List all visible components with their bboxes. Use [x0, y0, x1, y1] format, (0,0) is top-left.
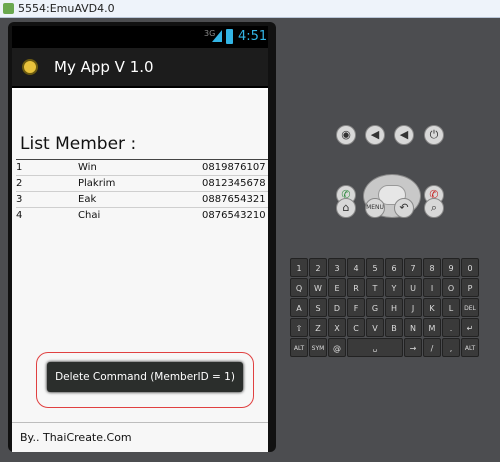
key[interactable]: W [309, 278, 327, 297]
member-id: 2 [16, 178, 23, 189]
key[interactable]: 9 [442, 258, 460, 277]
device-screen: 3G 4:51 My App V 1.0 List Member : 1 Win… [12, 26, 268, 452]
key[interactable]: 5 [366, 258, 384, 277]
key-delete[interactable]: DEL [461, 298, 479, 317]
key-sym[interactable]: SYM [309, 338, 327, 357]
key[interactable]: J [404, 298, 422, 317]
status-bar: 3G 4:51 [12, 26, 268, 48]
key[interactable]: H [385, 298, 403, 317]
key[interactable]: 4 [347, 258, 365, 277]
key[interactable]: I [423, 278, 441, 297]
key[interactable]: @ [328, 338, 346, 357]
key-shift[interactable]: ⇧ [290, 318, 308, 337]
key[interactable]: B [385, 318, 403, 337]
key[interactable]: O [442, 278, 460, 297]
home-icon[interactable]: ⌂ [336, 198, 356, 218]
signal-icon [212, 30, 222, 42]
key[interactable]: R [347, 278, 365, 297]
app-title: My App V 1.0 [54, 58, 154, 76]
menu-button[interactable]: MENU [365, 198, 385, 218]
camera-icon[interactable]: ◉ [336, 125, 356, 145]
key[interactable]: P [461, 278, 479, 297]
member-id: 3 [16, 194, 23, 205]
member-name: Plakrim [78, 178, 116, 189]
key[interactable]: X [328, 318, 346, 337]
key[interactable]: 8 [423, 258, 441, 277]
member-phone: 0812345678 [202, 178, 266, 189]
key[interactable]: N [404, 318, 422, 337]
key[interactable]: F [347, 298, 365, 317]
search-icon[interactable]: ⌕ [424, 198, 444, 218]
action-bar: My App V 1.0 [12, 48, 268, 88]
row-divider [16, 191, 268, 192]
key[interactable]: K [423, 298, 441, 317]
key-alt[interactable]: ALT [290, 338, 308, 357]
member-id: 4 [16, 210, 23, 221]
row-divider [16, 175, 268, 176]
key[interactable]: U [404, 278, 422, 297]
key[interactable]: / [423, 338, 441, 357]
key[interactable]: → [404, 338, 422, 357]
key[interactable]: V [366, 318, 384, 337]
key-enter[interactable]: ↵ [461, 318, 479, 337]
key[interactable]: M [423, 318, 441, 337]
key[interactable]: Y [385, 278, 403, 297]
key[interactable]: C [347, 318, 365, 337]
list-heading: List Member : [20, 134, 137, 154]
row-divider [16, 207, 268, 208]
key[interactable]: T [366, 278, 384, 297]
key[interactable]: 7 [404, 258, 422, 277]
member-name: Win [78, 162, 97, 173]
window-titlebar: 5554:EmuAVD4.0 [0, 0, 500, 18]
toast-message: Delete Command (MemberID = 1) [47, 362, 243, 392]
emulator-window: 5554:EmuAVD4.0 3G 4:51 My App V 1.0 List… [0, 0, 500, 462]
key[interactable]: 3 [328, 258, 346, 277]
key[interactable]: 2 [309, 258, 327, 277]
key[interactable]: Z [309, 318, 327, 337]
clock: 4:51 [238, 29, 268, 44]
member-phone: 0876543210 [202, 210, 266, 221]
volume-up-icon[interactable]: ◀ [394, 125, 414, 145]
key[interactable]: A [290, 298, 308, 317]
member-name: Eak [78, 194, 97, 205]
member-phone: 0819876107 [202, 162, 266, 173]
member-id: 1 [16, 162, 23, 173]
app-icon[interactable] [22, 59, 38, 75]
back-icon[interactable]: ↶ [394, 198, 414, 218]
hardware-keyboard: 1 2 3 4 5 6 7 8 9 0 Q W E R T Y U I O P … [290, 258, 488, 357]
key[interactable]: , [442, 338, 460, 357]
key[interactable]: L [442, 298, 460, 317]
key[interactable]: . [442, 318, 460, 337]
key-space[interactable]: ␣ [347, 338, 403, 357]
key[interactable]: 1 [290, 258, 308, 277]
volume-down-icon[interactable]: ◀ [365, 125, 385, 145]
footer-text: By.. ThaiCreate.Com [20, 431, 132, 444]
window-title: 5554:EmuAVD4.0 [18, 2, 115, 15]
member-phone: 0887654321 [202, 194, 266, 205]
power-icon[interactable]: ⏻ [424, 125, 444, 145]
footer: By.. ThaiCreate.Com [12, 422, 268, 452]
key[interactable]: D [328, 298, 346, 317]
battery-icon [226, 29, 233, 44]
emulator-icon [3, 3, 14, 14]
key[interactable]: 6 [385, 258, 403, 277]
key[interactable]: E [328, 278, 346, 297]
key-alt[interactable]: ALT [461, 338, 479, 357]
heading-divider [16, 159, 268, 160]
key[interactable]: Q [290, 278, 308, 297]
member-name: Chai [78, 210, 101, 221]
key[interactable]: G [366, 298, 384, 317]
toast-text: Delete Command (MemberID = 1) [55, 371, 235, 383]
key[interactable]: S [309, 298, 327, 317]
list-item[interactable]: 4 Chai 0876543210 [16, 210, 268, 226]
key[interactable]: 0 [461, 258, 479, 277]
emulator-controls: ◉ ◀ ◀ ⏻ ✆ ✆ ⌂ MENU ↶ ⌕ 1 2 3 4 5 6 7 8 9… [290, 22, 500, 462]
